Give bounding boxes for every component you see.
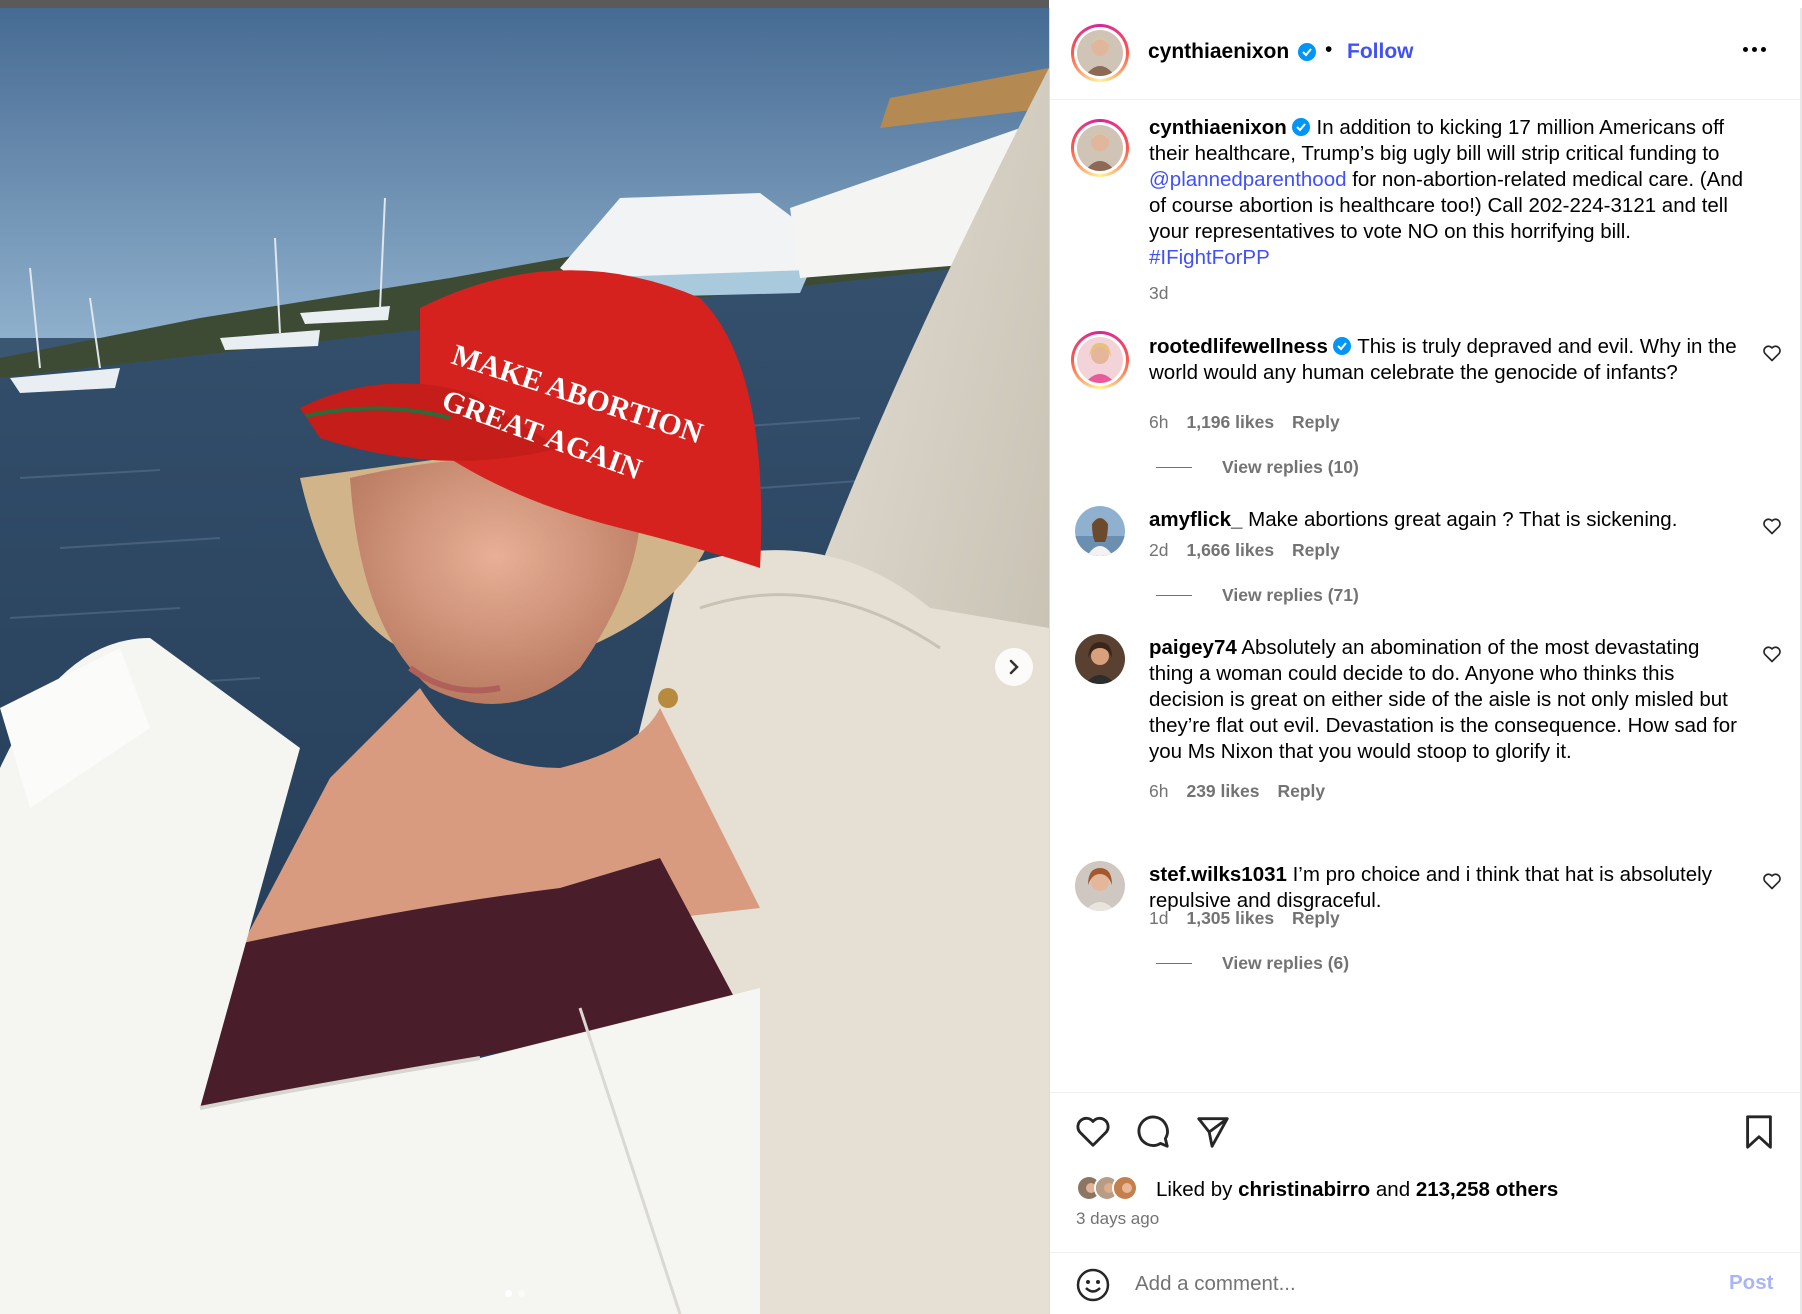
comment-username[interactable]: paigey74 <box>1149 636 1237 659</box>
more-options-icon[interactable] <box>1743 44 1773 54</box>
comment-time[interactable]: 6h <box>1149 412 1168 433</box>
comment-likes[interactable]: 239 likes <box>1186 781 1259 802</box>
comment-time[interactable]: 6h <box>1149 781 1168 802</box>
comment-avatar[interactable] <box>1075 506 1125 556</box>
verified-badge-icon <box>1332 337 1351 355</box>
liker-avatar <box>1112 1175 1138 1201</box>
caption-username[interactable]: cynthiaenixon <box>1149 116 1287 139</box>
comment-text: amyflick_ Make abortions great again ? T… <box>1149 507 1749 533</box>
comment-time[interactable]: 1d <box>1149 908 1168 929</box>
caption-avatar[interactable] <box>1071 119 1129 177</box>
liker-avatars[interactable] <box>1076 1175 1138 1201</box>
post-photo[interactable]: MAKE ABORTION GREAT AGAIN <box>0 8 1049 1314</box>
comment-likes[interactable]: 1,305 likes <box>1186 908 1274 929</box>
reply-button[interactable]: Reply <box>1292 908 1340 929</box>
comment-meta: 2d 1,666 likes Reply <box>1149 540 1340 561</box>
header-separator: • <box>1325 38 1333 61</box>
post-side-panel: cynthiaenixon • Follow cynthiaenixon In … <box>1049 8 1802 1314</box>
carousel-dots <box>505 1290 525 1297</box>
comment-icon[interactable] <box>1134 1113 1172 1151</box>
post-time-ago[interactable]: 3 days ago <box>1076 1209 1159 1229</box>
comment-text: rootedlifewellness This is truly deprave… <box>1149 334 1749 386</box>
view-replies-line <box>1156 467 1192 468</box>
comment-meta: 6h 239 likes Reply <box>1149 781 1325 802</box>
post-actions: Liked by christinabirro and 213,258 othe… <box>1050 1092 1801 1252</box>
post-photo-pane: MAKE ABORTION GREAT AGAIN <box>0 0 1049 1314</box>
comment-like-heart-icon[interactable] <box>1762 516 1782 536</box>
liked-by-others[interactable]: 213,258 others <box>1416 1178 1558 1201</box>
browser-top-strip <box>0 0 1049 8</box>
comment-text: paigey74 Absolutely an abomination of th… <box>1149 635 1749 765</box>
liked-by-user[interactable]: christinabirro <box>1238 1178 1370 1201</box>
comment-like-heart-icon[interactable] <box>1762 343 1782 363</box>
comments-list[interactable]: cynthiaenixon In addition to kicking 17 … <box>1050 101 1801 1091</box>
liked-by-and: and <box>1375 1178 1411 1201</box>
bookmark-icon[interactable] <box>1740 1113 1778 1151</box>
view-replies-button[interactable]: View replies (6) <box>1156 953 1349 974</box>
view-replies-label: View replies (10) <box>1222 457 1359 477</box>
emoji-icon[interactable] <box>1075 1267 1111 1303</box>
likes-summary: Liked by christinabirro and 213,258 othe… <box>1156 1178 1558 1202</box>
comment-text: stef.wilks1031 I’m pro choice and i thin… <box>1149 862 1749 914</box>
comment-meta: 1d 1,305 likes Reply <box>1149 908 1340 929</box>
carousel-dot-active <box>505 1290 512 1297</box>
comment-input[interactable] <box>1135 1265 1695 1303</box>
carousel-dot <box>518 1290 525 1297</box>
carousel-next-button[interactable] <box>995 648 1033 686</box>
caption-meta: 3d <box>1149 283 1168 304</box>
view-replies-line <box>1156 963 1192 964</box>
add-comment-bar: Post <box>1050 1252 1801 1314</box>
share-icon[interactable] <box>1194 1113 1232 1151</box>
comment-like-heart-icon[interactable] <box>1762 644 1782 664</box>
comment-username[interactable]: stef.wilks1031 <box>1149 863 1287 886</box>
view-replies-line <box>1156 595 1192 596</box>
view-replies-button[interactable]: View replies (10) <box>1156 457 1359 478</box>
author-avatar[interactable] <box>1071 24 1129 82</box>
comment-time[interactable]: 2d <box>1149 540 1168 561</box>
comment-like-heart-icon[interactable] <box>1762 871 1782 891</box>
comment-body: Absolutely an abomination of the most de… <box>1149 636 1737 763</box>
post-comment-button[interactable]: Post <box>1729 1271 1773 1295</box>
comment-avatar[interactable] <box>1075 861 1125 911</box>
post-header: cynthiaenixon • Follow <box>1050 8 1801 100</box>
caption-text: cynthiaenixon In addition to kicking 17 … <box>1149 115 1749 271</box>
reply-button[interactable]: Reply <box>1277 781 1325 802</box>
comment-body: Make abortions great again ? That is sic… <box>1248 508 1678 531</box>
comment-avatar[interactable] <box>1075 634 1125 684</box>
follow-button[interactable]: Follow <box>1347 40 1414 64</box>
verified-badge-icon <box>1298 43 1316 61</box>
comment-avatar[interactable] <box>1071 331 1129 389</box>
hashtag-link[interactable]: #IFightForPP <box>1149 246 1270 269</box>
liked-by-prefix: Liked by <box>1156 1178 1233 1201</box>
author-username[interactable]: cynthiaenixon <box>1148 40 1289 64</box>
comment-username[interactable]: rootedlifewellness <box>1149 335 1328 358</box>
reply-button[interactable]: Reply <box>1292 540 1340 561</box>
comment-username[interactable]: amyflick_ <box>1149 508 1242 531</box>
view-replies-label: View replies (71) <box>1222 585 1359 605</box>
comment-likes[interactable]: 1,666 likes <box>1186 540 1274 561</box>
reply-button[interactable]: Reply <box>1292 412 1340 433</box>
caption-time[interactable]: 3d <box>1149 283 1168 304</box>
view-replies-label: View replies (6) <box>1222 953 1350 973</box>
heart-icon[interactable] <box>1074 1113 1112 1151</box>
comment-likes[interactable]: 1,196 likes <box>1186 412 1274 433</box>
verified-badge-icon <box>1291 118 1310 136</box>
view-replies-button[interactable]: View replies (71) <box>1156 585 1359 606</box>
chevron-right-icon <box>1009 659 1019 675</box>
comment-meta: 6h 1,196 likes Reply <box>1149 412 1340 433</box>
mention-link[interactable]: @plannedparenthood <box>1149 168 1347 191</box>
